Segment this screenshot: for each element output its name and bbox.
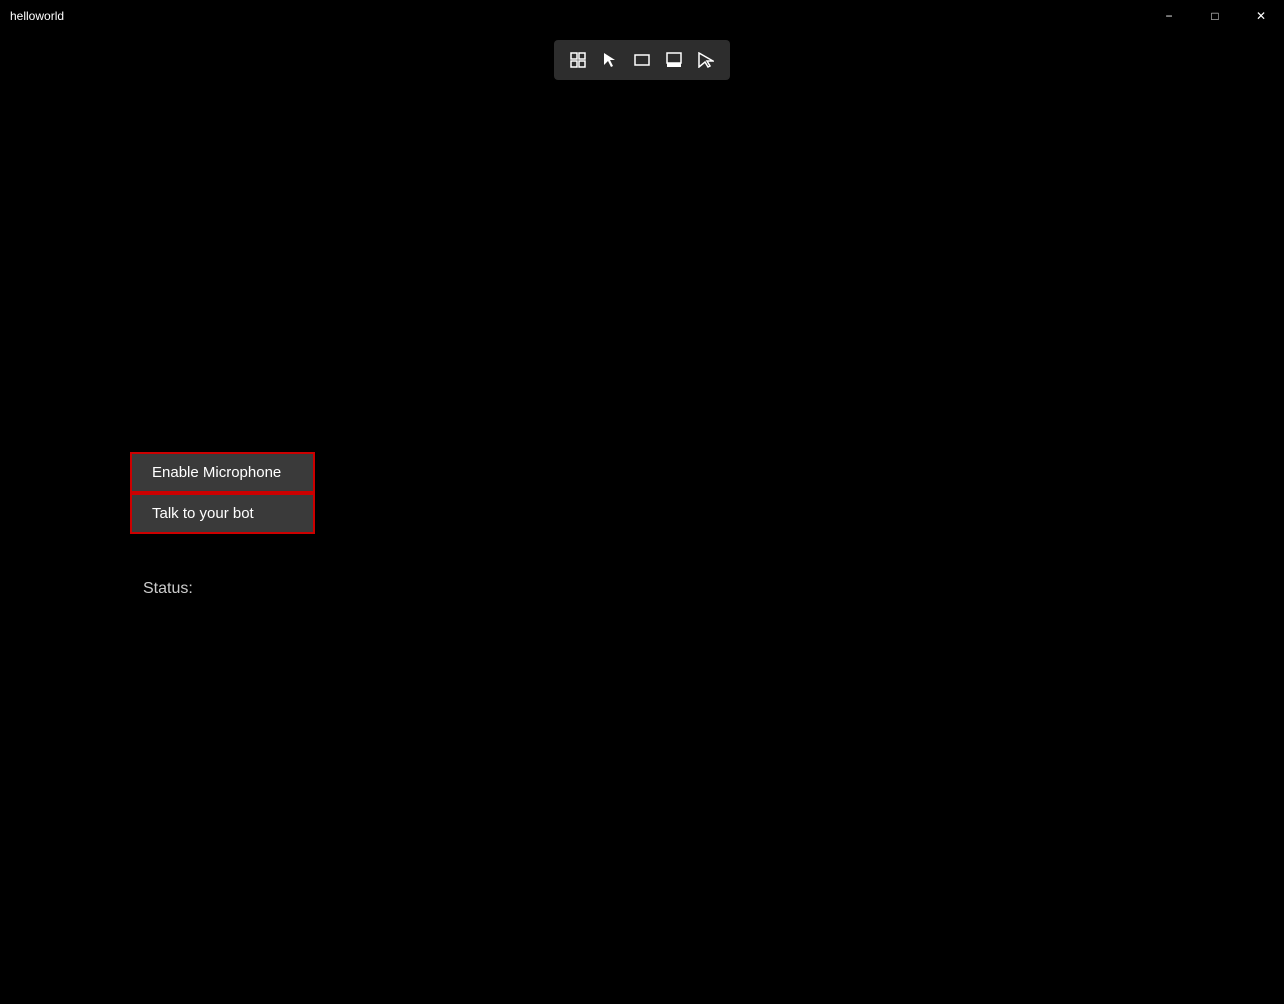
main-content: Enable Microphone Talk to your bot Statu… [0,32,1284,1004]
action-buttons-area: Enable Microphone Talk to your bot [130,452,315,534]
status-label: Status: [143,580,193,598]
close-button[interactable]: ✕ [1238,0,1284,32]
minimize-button[interactable]: − [1146,0,1192,32]
enable-microphone-button[interactable]: Enable Microphone [130,452,315,493]
maximize-button[interactable]: □ [1192,0,1238,32]
title-bar: helloworld − □ ✕ [0,0,1284,32]
talk-to-bot-button[interactable]: Talk to your bot [130,493,315,534]
window-controls: − □ ✕ [1146,0,1284,32]
app-title: helloworld [10,9,64,23]
